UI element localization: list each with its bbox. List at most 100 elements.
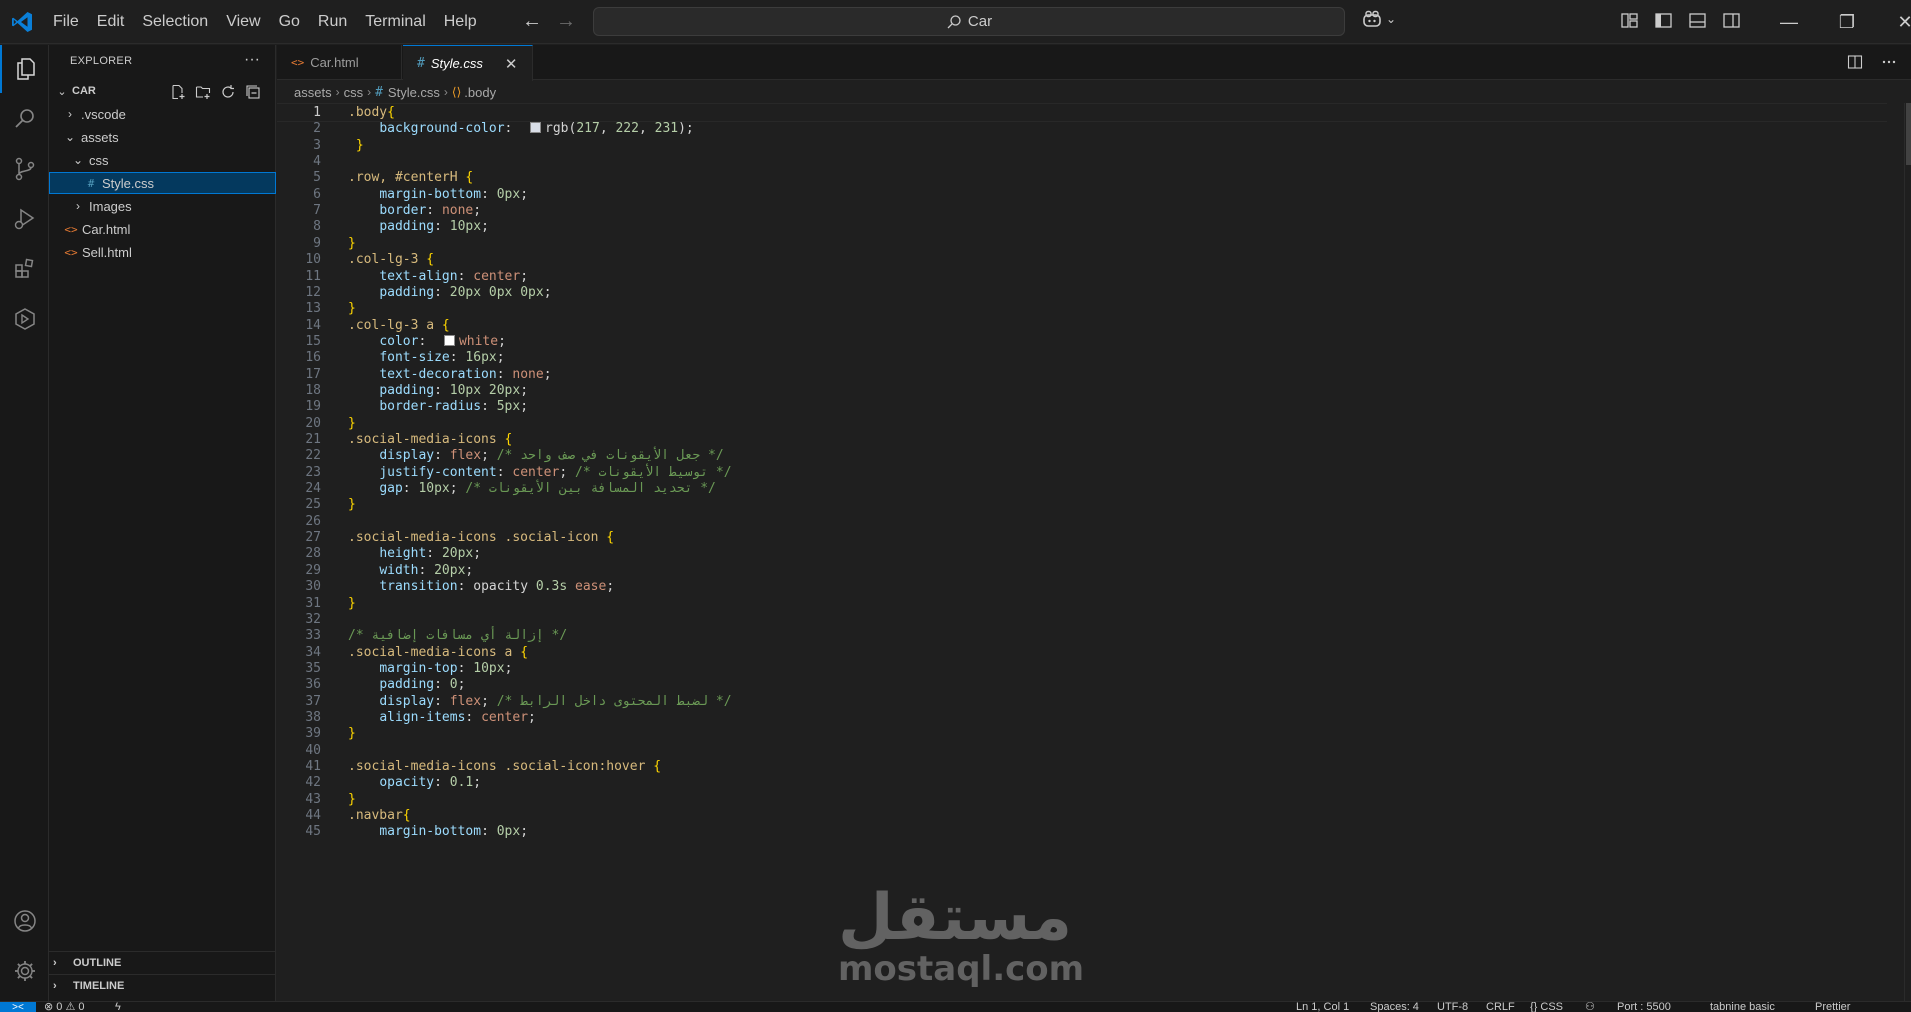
tabnine-status[interactable]: tabnine basic	[1710, 1002, 1775, 1012]
code-text: font-size: 16px;	[379, 350, 505, 366]
tab-label: Style.css	[430, 56, 483, 71]
breadcrumb-symbol[interactable]: .body	[464, 85, 496, 100]
encoding-status[interactable]: UTF-8	[1437, 1002, 1468, 1012]
line-number: 31	[305, 595, 321, 611]
menu-go[interactable]: Go	[270, 0, 309, 44]
tree-item-css[interactable]: ⌄ css	[49, 149, 276, 171]
tab-style-css[interactable]: # Style.css ✕	[403, 45, 533, 81]
code-text: gap: 10px; /* تحديد المسافة بين الأيقونا…	[379, 481, 716, 497]
menu-edit[interactable]: Edit	[88, 0, 134, 44]
code-editor[interactable]: 1 .body{2 background-color: rgb(217, 222,…	[277, 103, 1911, 1001]
line-number: 5	[313, 170, 321, 186]
tree-item-images[interactable]: › Images	[49, 195, 276, 217]
lightning-icon[interactable]: ϟ	[115, 1002, 121, 1012]
code-text: display: flex; /* لضبط المحتوى داخل الرا…	[379, 693, 732, 709]
line-number: 41	[305, 759, 321, 774]
code-text: .social-media-icons a {	[348, 644, 529, 660]
copilot-status-icon[interactable]: ⚇	[1585, 1002, 1595, 1012]
more-actions-icon[interactable]: ···	[244, 51, 260, 69]
arrow-left-icon[interactable]: ←	[522, 10, 542, 32]
problems-indicator[interactable]: ⊗ 0 ⚠ 0	[44, 1002, 84, 1012]
toggle-panel-icon[interactable]	[1688, 11, 1707, 30]
tree-item-car-html[interactable]: <> Car.html	[49, 218, 276, 240]
search-activity[interactable]	[0, 95, 49, 143]
code-text: padding: 0;	[379, 677, 466, 693]
refresh-icon[interactable]	[220, 84, 236, 100]
code-text: }	[348, 791, 356, 807]
line-number: 40	[305, 742, 321, 758]
line-number: 16	[305, 350, 321, 366]
manage-activity[interactable]	[0, 947, 49, 995]
editor-scrollbar[interactable]	[1904, 103, 1911, 1001]
files-icon	[16, 58, 35, 80]
code-text: }	[355, 137, 364, 153]
tree-item-sell-html[interactable]: <> Sell.html	[49, 241, 276, 263]
arrow-right-icon[interactable]: →	[556, 10, 576, 32]
line-number: 7	[313, 203, 321, 219]
menu-help[interactable]: Help	[435, 0, 486, 44]
customize-layout-icon[interactable]	[1620, 11, 1639, 30]
command-center-search[interactable]: Car	[593, 7, 1345, 36]
close-tab-icon[interactable]: ✕	[505, 55, 518, 73]
remote-indicator[interactable]: ><	[0, 1002, 36, 1012]
menu-selection[interactable]: Selection	[133, 0, 217, 44]
code-text: height: 20px;	[379, 546, 482, 562]
accounts-activity[interactable]	[0, 897, 49, 945]
close-window-icon[interactable]: ✕	[1876, 0, 1911, 44]
breadcrumb: assets › css › # Style.css › ⟨⟩ .body	[277, 81, 1911, 103]
line-number: 3	[313, 137, 321, 153]
line-number: 15	[305, 333, 321, 349]
breadcrumb-css[interactable]: css	[344, 85, 364, 100]
tab-car-html[interactable]: <> Car.html	[277, 45, 402, 80]
tree-item-assets[interactable]: ⌄ assets	[49, 126, 276, 148]
tree-item-style-css[interactable]: # Style.css	[49, 172, 276, 194]
code-text: }	[348, 595, 356, 611]
collapse-all-icon[interactable]	[245, 84, 261, 100]
cursor-position[interactable]: Ln 1, Col 1	[1296, 1002, 1349, 1012]
toggle-secondary-sidebar-icon[interactable]	[1722, 11, 1741, 30]
split-editor-icon[interactable]	[1847, 54, 1863, 70]
new-file-icon[interactable]	[170, 84, 186, 100]
new-folder-icon[interactable]	[195, 84, 211, 100]
code-text: padding: 10px 20px;	[379, 382, 529, 398]
menu-bar: File Edit Selection View Go Run Terminal…	[44, 0, 486, 44]
restore-icon[interactable]: ❐	[1818, 0, 1876, 44]
workspace-root-label: CAR	[72, 85, 96, 97]
indentation-status[interactable]: Spaces: 4	[1370, 1002, 1419, 1012]
language-mode[interactable]: {} CSS	[1530, 1002, 1563, 1012]
timeline-panel-header[interactable]: › TIMELINE	[49, 974, 276, 996]
outline-label: OUTLINE	[73, 956, 122, 969]
explorer-activity[interactable]	[0, 45, 49, 93]
tree-item-label: assets	[81, 129, 119, 145]
line-number: 39	[305, 726, 321, 742]
menu-view[interactable]: View	[217, 0, 269, 44]
minimize-icon[interactable]: —	[1760, 0, 1818, 44]
prettier-status[interactable]: Prettier	[1815, 1002, 1850, 1012]
more-actions-icon[interactable]	[1881, 54, 1897, 70]
line-number: 26	[305, 513, 321, 529]
run-debug-activity[interactable]	[0, 195, 49, 243]
menu-terminal[interactable]: Terminal	[356, 0, 434, 44]
remote-explorer-activity[interactable]	[0, 295, 49, 343]
extensions-icon	[14, 258, 33, 278]
breadcrumb-file[interactable]: Style.css	[388, 85, 440, 100]
tree-item-vscode[interactable]: › .vscode	[49, 103, 276, 125]
live-server-port[interactable]: Port : 5500	[1617, 1002, 1671, 1012]
chevron-right-icon: ›	[53, 956, 57, 969]
menu-file[interactable]: File	[44, 0, 88, 44]
outline-panel-header[interactable]: › OUTLINE	[49, 951, 276, 973]
copilot-button[interactable]: ⌄	[1362, 10, 1396, 28]
code-line[interactable]: 45 margin-bottom: 0px;	[277, 822, 1887, 841]
source-control-activity[interactable]	[0, 145, 49, 193]
workspace-root[interactable]: ⌄ CAR	[49, 81, 276, 101]
chevron-down-icon: ⌄	[57, 85, 67, 98]
eol-status[interactable]: CRLF	[1486, 1002, 1515, 1012]
css-file-icon: #	[375, 84, 383, 100]
toggle-primary-sidebar-icon[interactable]	[1654, 11, 1673, 30]
code-text: margin-bottom: 0px;	[379, 186, 529, 202]
extensions-activity[interactable]	[0, 245, 49, 293]
menu-run[interactable]: Run	[309, 0, 356, 44]
breadcrumb-assets[interactable]: assets	[294, 85, 332, 100]
scroll-thumb[interactable]	[1906, 103, 1911, 165]
account-icon	[13, 910, 36, 932]
